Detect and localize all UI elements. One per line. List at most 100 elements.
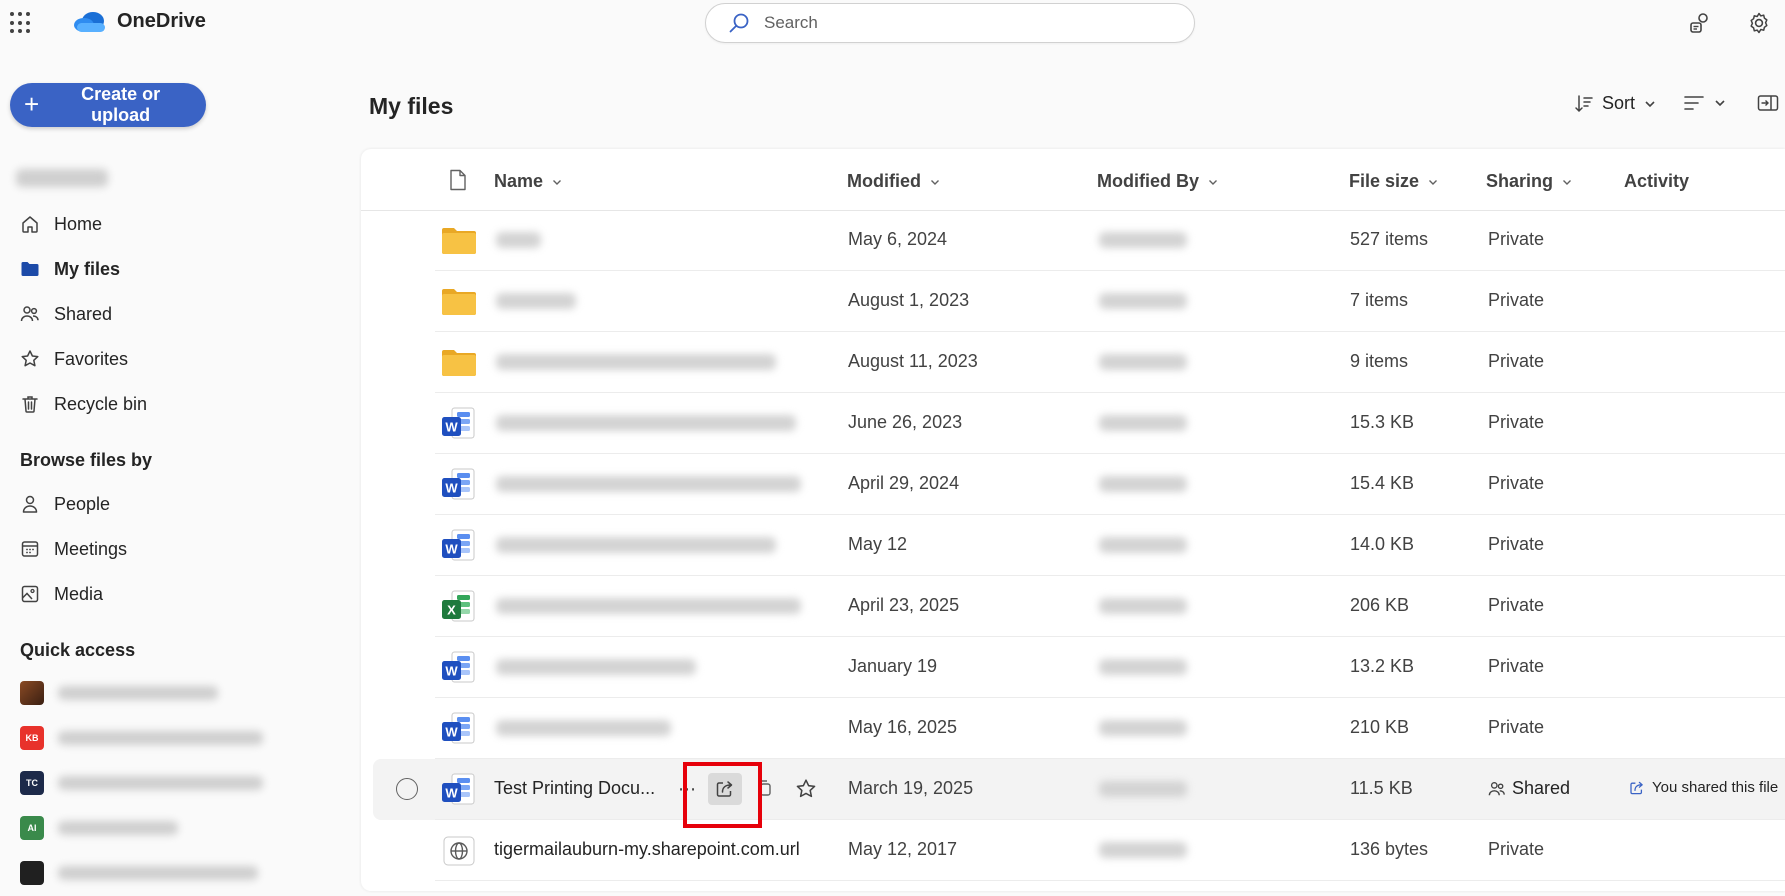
table-row[interactable]: X April 23, 2025 206 KB Private [361,576,1785,637]
file-size: 11.5 KB [1350,778,1413,798]
activity-text[interactable]: You shared this file [1629,779,1778,796]
table-row[interactable]: W May 12 14.0 KB Private [361,515,1785,576]
quick-access-name-redacted [58,821,178,835]
word-document-icon: W [441,651,477,685]
quick-access-heading: Quick access [20,640,136,660]
svg-text:W: W [445,481,458,496]
nav-item-shared[interactable]: Shared [20,299,112,329]
search-box[interactable] [705,3,1195,43]
column-header-activity[interactable]: Activity [1624,171,1689,192]
nav-item-media[interactable]: Media [20,579,103,609]
table-row[interactable]: W April 29, 2024 15.4 KB Private [361,454,1785,515]
svg-text:W: W [445,725,458,740]
sharing-status: Private [1488,534,1545,554]
file-size: 15.4 KB [1350,473,1415,493]
quick-access-item[interactable]: KB [20,725,263,751]
file-name-redacted[interactable] [496,293,576,309]
file-size: 527 items [1350,229,1429,249]
nav-item-my-files[interactable]: My files [20,254,120,284]
chevron-down-icon [1715,100,1725,107]
modified-by-redacted [1099,842,1187,858]
modified-date: May 6, 2024 [848,229,948,249]
sharing-status[interactable]: Shared [1488,778,1570,799]
nav-item-meetings[interactable]: Meetings [20,534,127,564]
feedback-people-icon[interactable] [1688,11,1712,35]
share-icon [1630,781,1643,794]
web-link-file-icon [441,834,477,868]
quick-access-item[interactable] [20,680,218,706]
file-name-redacted[interactable] [496,720,671,736]
user-name-redacted [16,169,108,187]
brand[interactable]: OneDrive [73,10,206,33]
quick-access-item[interactable]: TC [20,770,263,796]
file-name-redacted[interactable] [496,537,776,553]
file-type-icon[interactable] [449,169,467,191]
nav-item-favorites[interactable]: Favorites [20,344,128,374]
file-name[interactable]: Test Printing Docu... [494,778,655,799]
folder-icon [441,285,477,319]
sharing-status: Private [1488,473,1545,493]
sharing-status: Private [1488,351,1545,371]
calendar-icon [21,541,39,557]
table-row[interactable]: August 1, 2023 7 items Private [361,271,1785,332]
row-select-radio[interactable] [396,778,418,800]
top-bar: OneDrive [0,0,1785,48]
quick-access-name-redacted [58,731,263,745]
nav-item-people[interactable]: People [20,489,110,519]
modified-by-redacted [1099,415,1187,431]
modified-by-redacted [1099,293,1187,309]
file-name-redacted[interactable] [496,232,541,248]
table-row[interactable]: May 6, 2024 527 items Private [361,210,1785,271]
folder-icon [441,346,477,380]
column-header-sharing[interactable]: Sharing [1486,171,1573,192]
svg-text:W: W [445,542,458,557]
file-name-redacted[interactable] [496,354,776,370]
table-row[interactable]: tigermailauburn-my.sharepoint.com.url May… [361,820,1785,881]
gear-icon[interactable] [1747,11,1771,35]
details-pane-button[interactable] [1757,93,1779,113]
modified-date: January 19 [848,656,938,676]
table-row[interactable]: August 11, 2023 9 items Private [361,332,1785,393]
star-icon[interactable] [791,773,821,805]
column-header-name[interactable]: Name [494,171,563,192]
modified-date: April 23, 2025 [848,595,960,615]
table-row[interactable]: W January 19 13.2 KB Private [361,637,1785,698]
file-name-redacted[interactable] [496,598,801,614]
table-row[interactable]: W June 26, 2023 15.3 KB Private [361,393,1785,454]
quick-access-item[interactable] [20,860,258,886]
more-actions-icon[interactable]: ⋯ [672,773,702,805]
search-input[interactable] [762,12,1146,34]
column-header-modified-by[interactable]: Modified By [1097,171,1219,192]
sort-button[interactable]: Sort [1574,93,1657,114]
share-icon[interactable] [708,773,742,805]
quick-access-item[interactable]: AI [20,815,178,841]
column-header-modified[interactable]: Modified [847,171,941,192]
onedrive-cloud-icon [74,11,105,32]
folder-icon [441,224,477,258]
word-document-icon: W [441,407,477,441]
copy-link-icon[interactable] [751,773,779,805]
modified-by-redacted [1099,537,1187,553]
file-name-redacted[interactable] [496,659,696,675]
view-options-button[interactable] [1683,93,1727,113]
quick-access-tile: AI [20,816,44,840]
search-icon [729,13,749,33]
modified-by-redacted [1099,781,1187,797]
file-name[interactable]: tigermailauburn-my.sharepoint.com.url [494,839,800,860]
table-row[interactable]: W Test Printing Docu... ⋯ March 19, 2025 11.… [361,759,1785,820]
table-row[interactable]: W May 16, 2025 210 KB Private [361,698,1785,759]
sharing-status: Private [1488,595,1545,615]
create-or-upload-button[interactable]: + Create or upload [10,83,206,127]
file-name-redacted[interactable] [496,476,801,492]
people-icon [20,306,39,322]
app-launcher-icon[interactable] [10,12,32,34]
word-document-icon: W [441,773,477,807]
column-header-file-size[interactable]: File size [1349,171,1439,192]
modified-date: August 11, 2023 [848,351,978,371]
modified-date: May 16, 2025 [848,717,958,737]
modified-by-redacted [1099,659,1187,675]
sort-icon [1575,94,1593,112]
nav-item-recycle-bin[interactable]: Recycle bin [20,389,147,419]
nav-item-home[interactable]: Home [20,209,102,239]
file-name-redacted[interactable] [496,415,796,431]
